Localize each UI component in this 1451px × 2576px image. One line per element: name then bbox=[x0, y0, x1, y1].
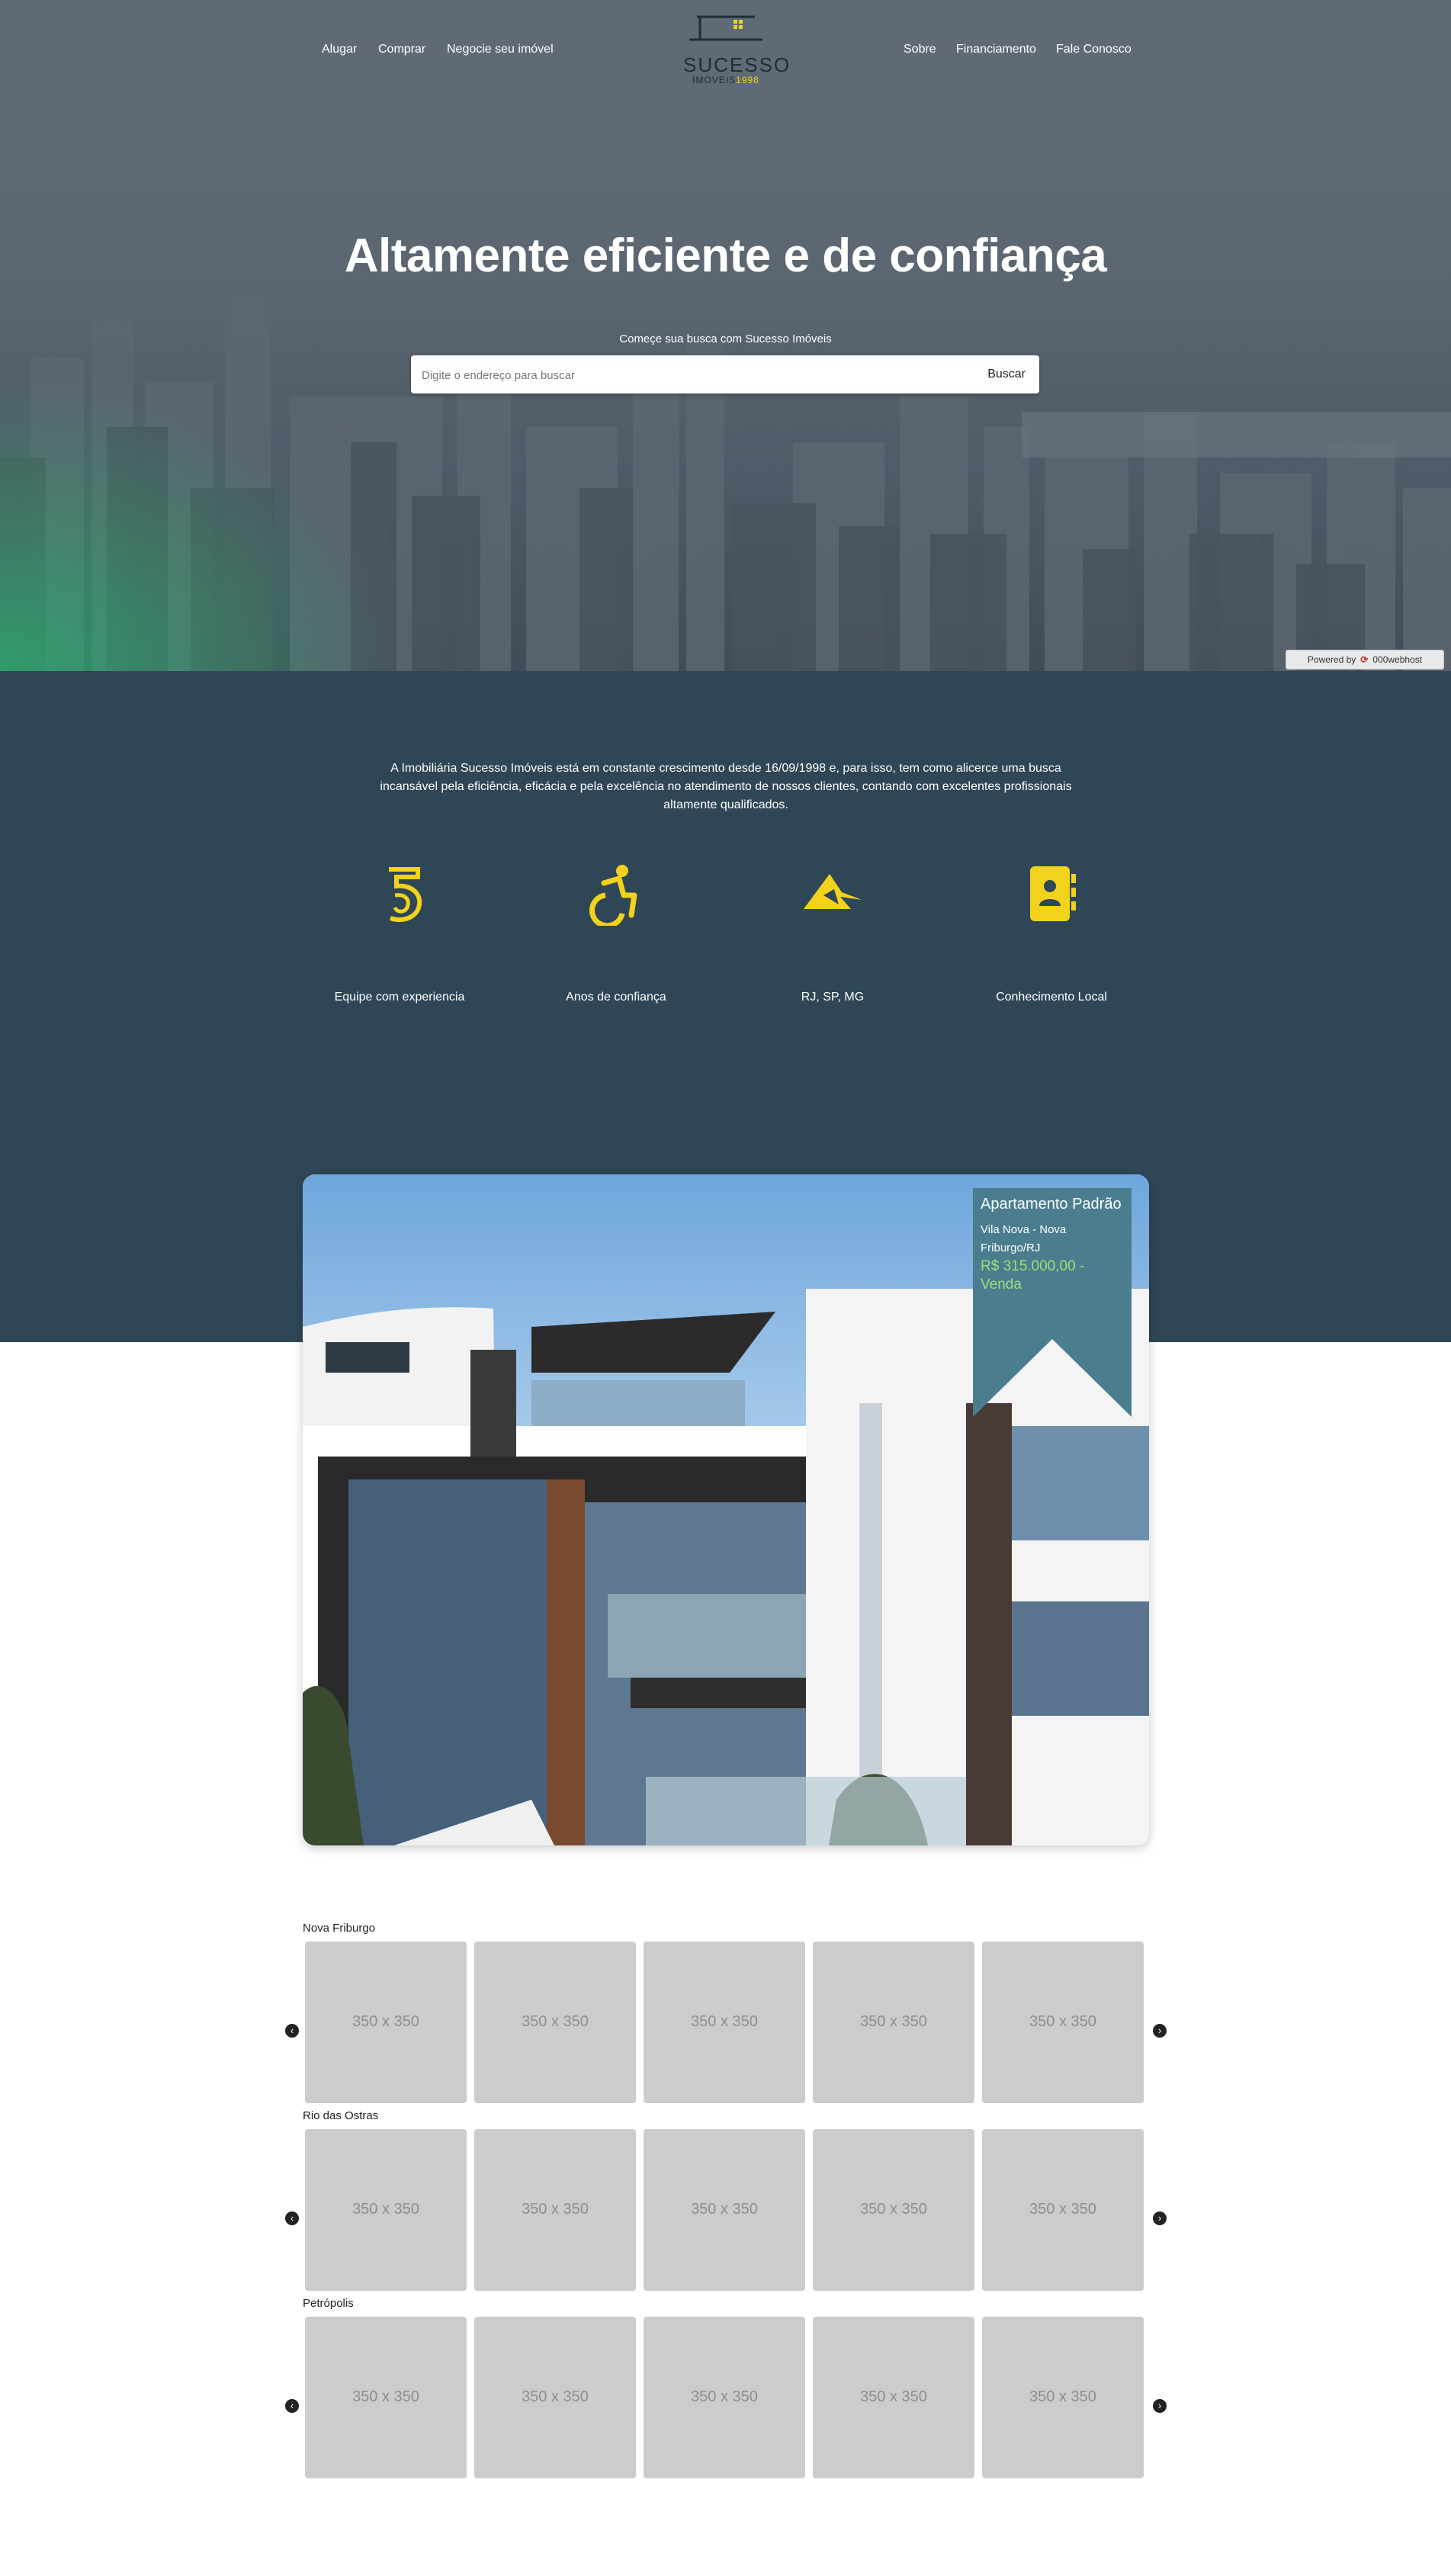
city-row-nova-friburgo: Nova Friburgo ‹ 350 x 350 350 x 350 350 … bbox=[274, 1922, 1177, 2105]
thumbnail-size: 350 x 350 bbox=[522, 2013, 589, 2030]
nav-alugar[interactable]: Alugar bbox=[322, 43, 357, 56]
hero-section: Alugar Comprar Negocie seu imóvel Sobre … bbox=[0, 0, 1451, 671]
thumbnail-size: 350 x 350 bbox=[691, 2201, 758, 2218]
logo[interactable]: SUCESSO IMÓVEIS1998 bbox=[683, 14, 791, 90]
city-name: Rio das Ostras bbox=[303, 2109, 379, 2122]
accessible-icon bbox=[589, 865, 637, 929]
feature-regions: RJ, SP, MG bbox=[734, 862, 932, 1004]
nav-comprar[interactable]: Comprar bbox=[378, 43, 425, 56]
feature-label: Equipe com experiencia bbox=[334, 991, 465, 1004]
property-thumbnail[interactable]: 350 x 350 bbox=[644, 1942, 805, 2103]
thumbnail-size: 350 x 350 bbox=[522, 2201, 589, 2218]
next-arrow-icon[interactable]: › bbox=[1153, 2024, 1167, 2038]
webhost-logo-icon: ⟳ bbox=[1360, 654, 1369, 665]
property-thumbnail[interactable]: 350 x 350 bbox=[813, 2317, 974, 2478]
powered-by-badge[interactable]: Powered by ⟳ 000webhost bbox=[1286, 650, 1444, 670]
logo-sub-year: 1998 bbox=[736, 75, 759, 85]
logo-name: SUCESSO bbox=[683, 53, 791, 76]
property-thumbnail[interactable]: 350 x 350 bbox=[813, 2129, 974, 2291]
feature-label: Anos de confiança bbox=[566, 991, 666, 1004]
house-logo-icon bbox=[689, 15, 762, 41]
powered-by-label: Powered by bbox=[1307, 654, 1356, 665]
thumbnail-size: 350 x 350 bbox=[522, 2388, 589, 2405]
property-thumbnail[interactable]: 350 x 350 bbox=[305, 2129, 467, 2291]
property-thumbnail[interactable]: 350 x 350 bbox=[982, 2129, 1144, 2291]
next-arrow-icon[interactable]: › bbox=[1153, 2399, 1167, 2413]
property-thumbnail[interactable]: 350 x 350 bbox=[982, 2317, 1144, 2478]
listing-location: Vila Nova - Nova Friburgo/RJ bbox=[981, 1223, 1067, 1254]
nav-financiamento[interactable]: Financiamento bbox=[956, 43, 1036, 56]
search-input[interactable] bbox=[420, 355, 942, 395]
thumbnail-size: 350 x 350 bbox=[860, 2388, 927, 2405]
feature-label: Conhecimento Local bbox=[996, 991, 1107, 1004]
property-thumbnail[interactable]: 350 x 350 bbox=[305, 2317, 467, 2478]
prev-arrow-icon[interactable]: ‹ bbox=[285, 2024, 299, 2038]
listing-title: Apartamento Padrão bbox=[981, 1196, 1122, 1213]
thumbnail-size: 350 x 350 bbox=[691, 2388, 758, 2405]
nav-fale-conosco[interactable]: Fale Conosco bbox=[1056, 43, 1132, 56]
property-thumbnail[interactable]: 350 x 350 bbox=[644, 2129, 805, 2291]
search-bar: Buscar bbox=[411, 355, 1039, 395]
city-row-petropolis: Petrópolis ‹ 350 x 350 350 x 350 350 x 3… bbox=[274, 2297, 1177, 2480]
thumbnail-size: 350 x 350 bbox=[691, 2013, 758, 2030]
property-thumbnail[interactable]: 350 x 350 bbox=[813, 1942, 974, 2103]
property-thumbnail[interactable]: 350 x 350 bbox=[982, 1942, 1144, 2103]
feature-trust: Anos de confiança bbox=[517, 862, 715, 1004]
feature-experience: Equipe com experiencia bbox=[300, 862, 499, 1004]
hero-subtitle: Começe sua busca com Sucesso Imóveis bbox=[619, 332, 832, 345]
city-name: Nova Friburgo bbox=[303, 1922, 376, 1935]
listing-info[interactable]: Apartamento Padrão Vila Nova - Nova Frib… bbox=[981, 1196, 1125, 1294]
thumbnail-size: 350 x 350 bbox=[1029, 2388, 1096, 2405]
property-thumbnail[interactable]: 350 x 350 bbox=[305, 1942, 467, 2103]
about-text: A Imobiliária Sucesso Imóveis está em co… bbox=[380, 762, 1072, 811]
prev-arrow-icon[interactable]: ‹ bbox=[285, 2211, 299, 2225]
next-arrow-icon[interactable]: › bbox=[1153, 2211, 1167, 2225]
thumbnail-size: 350 x 350 bbox=[352, 2388, 419, 2405]
property-thumbnail[interactable]: 350 x 350 bbox=[474, 2317, 636, 2478]
thumbnail-size: 350 x 350 bbox=[1029, 2201, 1096, 2218]
city-name: Petrópolis bbox=[303, 2297, 354, 2310]
property-thumbnail[interactable]: 350 x 350 bbox=[644, 2317, 805, 2478]
hero-title: Altamente eficiente e de confiança bbox=[344, 230, 1107, 282]
feature-local: Conhecimento Local bbox=[952, 862, 1151, 1004]
property-thumbnail[interactable]: 350 x 350 bbox=[474, 1942, 636, 2103]
listing-price: R$ 315.000,00 - Venda bbox=[981, 1258, 1085, 1293]
thumbnail-size: 350 x 350 bbox=[860, 2013, 927, 2030]
logo-sub-imoveis: IMÓVEIS bbox=[692, 75, 737, 85]
powered-by-brand: 000webhost bbox=[1372, 654, 1423, 665]
prev-arrow-icon[interactable]: ‹ bbox=[285, 2399, 299, 2413]
nav-sobre[interactable]: Sobre bbox=[904, 43, 936, 56]
nav-negocie[interactable]: Negocie seu imóvel bbox=[447, 43, 554, 56]
thumbnail-size: 350 x 350 bbox=[1029, 2013, 1096, 2030]
number-5-icon bbox=[389, 867, 422, 922]
feature-label: RJ, SP, MG bbox=[801, 991, 865, 1004]
city-row-rio-das-ostras: Rio das Ostras ‹ 350 x 350 350 x 350 350… bbox=[274, 2109, 1177, 2292]
thumbnail-size: 350 x 350 bbox=[860, 2201, 927, 2218]
address-book-icon bbox=[1030, 866, 1076, 921]
search-button[interactable]: Buscar bbox=[983, 362, 1030, 387]
map-arrow-icon bbox=[804, 874, 862, 909]
thumbnail-size: 350 x 350 bbox=[352, 2201, 419, 2218]
property-thumbnail[interactable]: 350 x 350 bbox=[474, 2129, 636, 2291]
thumbnail-size: 350 x 350 bbox=[352, 2013, 419, 2030]
logo-sub: IMÓVEIS1998 bbox=[683, 75, 769, 85]
